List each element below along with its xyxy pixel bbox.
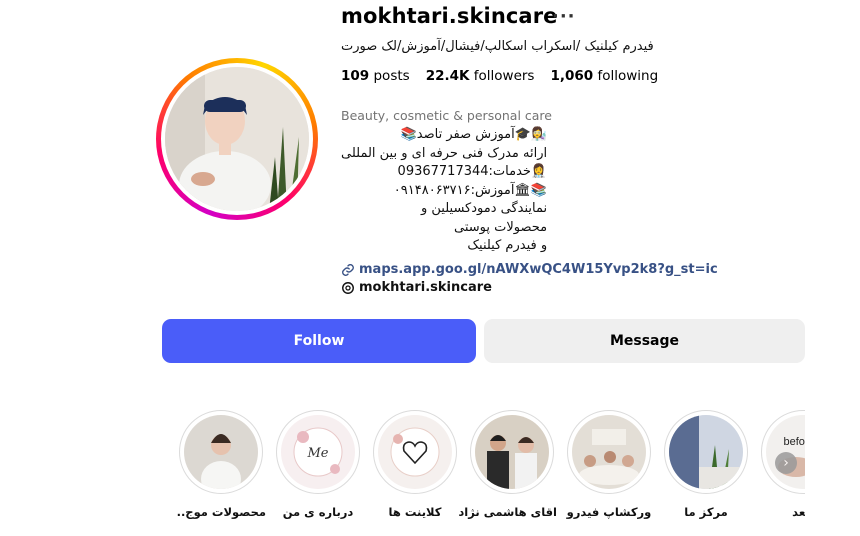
avatar-border bbox=[161, 63, 313, 215]
following-count: 1,060 bbox=[550, 68, 594, 84]
highlight-cover: Me bbox=[281, 415, 355, 489]
profile-link[interactable]: maps.app.goo.gl/nAWXwQC4W15Yvp2k8?g_st=i… bbox=[341, 262, 718, 277]
highlight-item[interactable]: کلاینت ها bbox=[370, 410, 460, 519]
follow-button[interactable]: Follow bbox=[162, 319, 476, 363]
bio-line: نمایندگی دمودکسیلین و bbox=[421, 201, 548, 216]
following-stat[interactable]: 1,060 following bbox=[550, 68, 658, 84]
bio-line: ارائه مدرک فنی حرفه ای و بین المللی bbox=[341, 145, 548, 161]
highlight-cover bbox=[378, 415, 452, 489]
profile-link-text: maps.app.goo.gl/nAWXwQC4W15Yvp2k8?g_st=i… bbox=[359, 262, 718, 277]
highlight-label: ورکشاپ فیدرو bbox=[566, 505, 652, 519]
highlight-label: درباره ی من bbox=[282, 505, 354, 519]
highlight-cover bbox=[475, 415, 549, 489]
highlight-label: اقای هاشمی نژاد bbox=[458, 505, 557, 519]
more-options-icon[interactable]: ··· bbox=[552, 6, 576, 27]
profile-avatar[interactable] bbox=[156, 58, 318, 220]
posts-stat[interactable]: 109 posts bbox=[341, 68, 410, 84]
highlight-item[interactable]: مرکز ما bbox=[661, 410, 751, 519]
link-icon bbox=[342, 263, 354, 276]
highlight-cover-ring bbox=[567, 410, 651, 494]
highlight-cover-ring bbox=[179, 410, 263, 494]
highlight-label: محصولات موج... bbox=[176, 505, 266, 519]
threads-icon bbox=[342, 281, 354, 294]
following-label: following bbox=[597, 68, 659, 84]
highlight-item[interactable]: محصولات موج... bbox=[176, 410, 266, 519]
message-button[interactable]: Message bbox=[484, 319, 805, 363]
bio-line: 📚🏛آموزش:۰۹۱۴۸۰۶۳۷۱۶ bbox=[393, 182, 548, 198]
highlight-cover-text: Me bbox=[306, 446, 328, 461]
highlight-cover-ring bbox=[373, 410, 457, 494]
bio-line: 👩‍⚕️خدمات:09367717344 bbox=[397, 164, 548, 179]
highlight-item[interactable]: اقای هاشمی نژاد bbox=[458, 410, 557, 519]
followers-stat[interactable]: 22.4K followers bbox=[426, 68, 535, 84]
bio-line: محصولات پوستی bbox=[454, 219, 548, 235]
bio-line: 👩‍🔬🎓آموزش صفر تاصد📚 bbox=[400, 127, 548, 142]
chevron-right-icon[interactable]: › bbox=[775, 452, 797, 474]
profile-full-name: فیدرم کیلنیک /اسکراب اسکالپ/فیشال/آموزش/… bbox=[341, 39, 654, 54]
highlight-label: مرکز ما bbox=[684, 505, 728, 519]
highlight-cover bbox=[184, 415, 258, 489]
avatar-illustration bbox=[165, 67, 309, 211]
profile-stats: 109 posts 22.4K followers 1,060 followin… bbox=[341, 68, 658, 84]
profile-username: mokhtari.skincare bbox=[341, 4, 558, 28]
profile-category: Beauty, cosmetic & personal care bbox=[341, 108, 552, 123]
highlight-cover-text: befor bbox=[783, 436, 805, 448]
followers-label: followers bbox=[473, 68, 535, 84]
highlight-item[interactable]: ورکشاپ فیدرو bbox=[564, 410, 654, 519]
highlight-cover-ring bbox=[470, 410, 554, 494]
highlight-cover-ring: Me bbox=[276, 410, 360, 494]
highlight-item[interactable]: Me درباره ی من bbox=[273, 410, 363, 519]
highlight-cover bbox=[669, 415, 743, 489]
story-highlights: محصولات موج... Me درباره ی من کلاینت ها … bbox=[176, 410, 805, 530]
threads-link[interactable]: mokhtari.skincare bbox=[341, 280, 492, 295]
threads-handle: mokhtari.skincare bbox=[359, 280, 492, 295]
profile-bio: 👩‍🔬🎓آموزش صفر تاصد📚 ارائه مدرک فنی حرفه … bbox=[341, 126, 547, 256]
highlight-cover-ring bbox=[664, 410, 748, 494]
posts-label: posts bbox=[373, 68, 410, 84]
bio-line: و فیدرم کیلنیک bbox=[467, 238, 548, 253]
highlight-label: کلاینت ها bbox=[388, 505, 442, 519]
avatar-photo bbox=[165, 67, 309, 211]
followers-count: 22.4K bbox=[425, 68, 470, 84]
highlight-label: /بعد bbox=[792, 505, 805, 519]
highlight-cover bbox=[572, 415, 646, 489]
posts-count: 109 bbox=[341, 68, 370, 84]
